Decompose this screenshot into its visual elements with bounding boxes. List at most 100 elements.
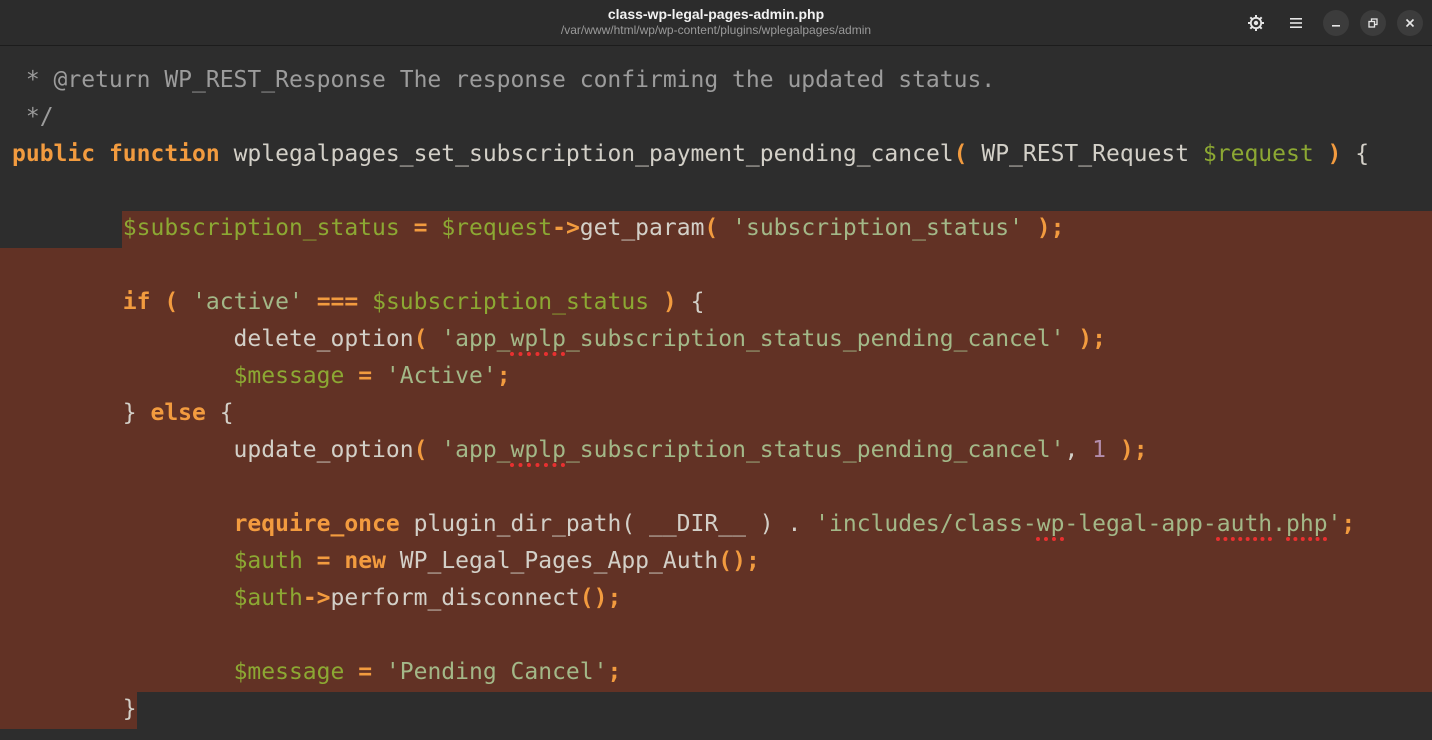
- code-token: (: [704, 215, 719, 241]
- minimize-button[interactable]: [1323, 10, 1349, 36]
- code-line[interactable]: * @return WP_REST_Response The response …: [12, 62, 1369, 99]
- code-token: 'includes/class-: [815, 511, 1037, 537]
- code-token: =: [358, 659, 373, 685]
- code-token: update_option: [12, 437, 414, 463]
- code-token: }: [12, 400, 151, 426]
- misspelled-token: auth: [1216, 511, 1273, 537]
- code-token: plugin_dir_path( __DIR__ ) .: [399, 511, 816, 537]
- code-line[interactable]: [12, 173, 1369, 210]
- window-title: class-wp-legal-pages-admin.php: [607, 6, 825, 22]
- code-line[interactable]: $auth->perform_disconnect();: [12, 580, 1369, 617]
- code-token: }: [12, 696, 137, 722]
- theme-button[interactable]: [1243, 10, 1269, 36]
- code-line[interactable]: }: [12, 691, 1369, 728]
- code-line[interactable]: if ( 'active' === $subscription_status )…: [12, 284, 1369, 321]
- code-token: 'app_: [441, 437, 511, 463]
- code-line[interactable]: delete_option( 'app_wplp_subscription_st…: [12, 321, 1369, 358]
- code-token: 'active': [192, 289, 303, 315]
- code-token: -legal-app-: [1064, 511, 1217, 537]
- code-token: );: [1036, 215, 1065, 241]
- code-line[interactable]: $message = 'Pending Cancel';: [12, 654, 1369, 691]
- code-line[interactable]: [12, 617, 1369, 654]
- code-token: .: [1272, 511, 1286, 537]
- misspelled-token: wp: [1036, 511, 1065, 537]
- code-token: =: [316, 548, 331, 574]
- code-token: $request: [1202, 141, 1314, 167]
- minimize-icon: [1331, 18, 1341, 28]
- code-token: ->: [302, 585, 331, 611]
- code-line[interactable]: update_option( 'app_wplp_subscription_st…: [12, 432, 1369, 469]
- code-token: ): [1327, 141, 1342, 167]
- close-button[interactable]: [1397, 10, 1423, 36]
- code-token: require_once: [233, 511, 400, 537]
- code-token: WP_REST_Request: [967, 141, 1203, 167]
- code-token: ===: [316, 289, 359, 315]
- code-token: {: [676, 289, 705, 315]
- code-line[interactable]: [12, 247, 1369, 284]
- misspelled-token: php: [1286, 511, 1328, 537]
- code-token: */: [12, 104, 54, 130]
- code-token: perform_disconnect: [330, 585, 580, 611]
- code-line[interactable]: $message = 'Active';: [12, 358, 1369, 395]
- main-menu-button[interactable]: [1283, 10, 1309, 36]
- code-token: _subscription_status_pending_cancel': [565, 326, 1065, 352]
- code-text[interactable]: * @return WP_REST_Response The response …: [12, 62, 1369, 728]
- code-token: $auth: [233, 548, 303, 574]
- maximize-button[interactable]: [1360, 10, 1386, 36]
- code-token: new: [344, 548, 386, 574]
- code-token: ;: [496, 363, 511, 389]
- code-token: ;: [1341, 511, 1356, 537]
- code-token: public: [12, 141, 96, 167]
- code-token: $message: [233, 659, 345, 685]
- code-token: $request: [441, 215, 553, 241]
- close-icon: [1405, 18, 1415, 28]
- code-token: * @return WP_REST_Response The response …: [12, 67, 996, 93]
- code-line[interactable]: } else {: [12, 395, 1369, 432]
- code-token: ;: [607, 659, 622, 685]
- file-path: /var/www/html/wp/wp-content/plugins/wple…: [560, 23, 872, 37]
- code-token: ->: [552, 215, 580, 241]
- code-line[interactable]: */: [12, 99, 1369, 136]
- code-token: 'subscription_status': [732, 215, 1023, 241]
- code-line[interactable]: $auth = new WP_Legal_Pages_App_Auth();: [12, 543, 1369, 580]
- code-token: );: [1078, 326, 1106, 352]
- code-token: =: [358, 363, 373, 389]
- code-line[interactable]: require_once plugin_dir_path( __DIR__ ) …: [12, 506, 1369, 543]
- code-token: ();: [579, 585, 622, 611]
- code-line[interactable]: public function wplegalpages_set_subscri…: [12, 136, 1369, 173]
- code-token: ();: [718, 548, 760, 574]
- code-token: $subscription_status: [372, 289, 650, 315]
- code-line[interactable]: [12, 469, 1369, 506]
- code-line[interactable]: $subscription_status = $request->get_par…: [12, 210, 1369, 247]
- code-token: delete_option: [12, 326, 414, 352]
- code-token: if: [122, 289, 151, 315]
- code-token: (: [413, 326, 428, 352]
- gear-icon: [1247, 14, 1265, 32]
- code-token: function: [108, 141, 220, 167]
- code-editor[interactable]: * @return WP_REST_Response The response …: [0, 46, 1432, 740]
- code-token: WP_Legal_Pages_App_Auth: [385, 548, 719, 574]
- header-bar[interactable]: class-wp-legal-pages-admin.php /var/www/…: [0, 0, 1432, 46]
- code-token: );: [1119, 437, 1148, 463]
- code-token: =: [413, 215, 428, 241]
- code-token: ': [1327, 511, 1342, 537]
- title-area: class-wp-legal-pages-admin.php /var/www/…: [0, 6, 1432, 38]
